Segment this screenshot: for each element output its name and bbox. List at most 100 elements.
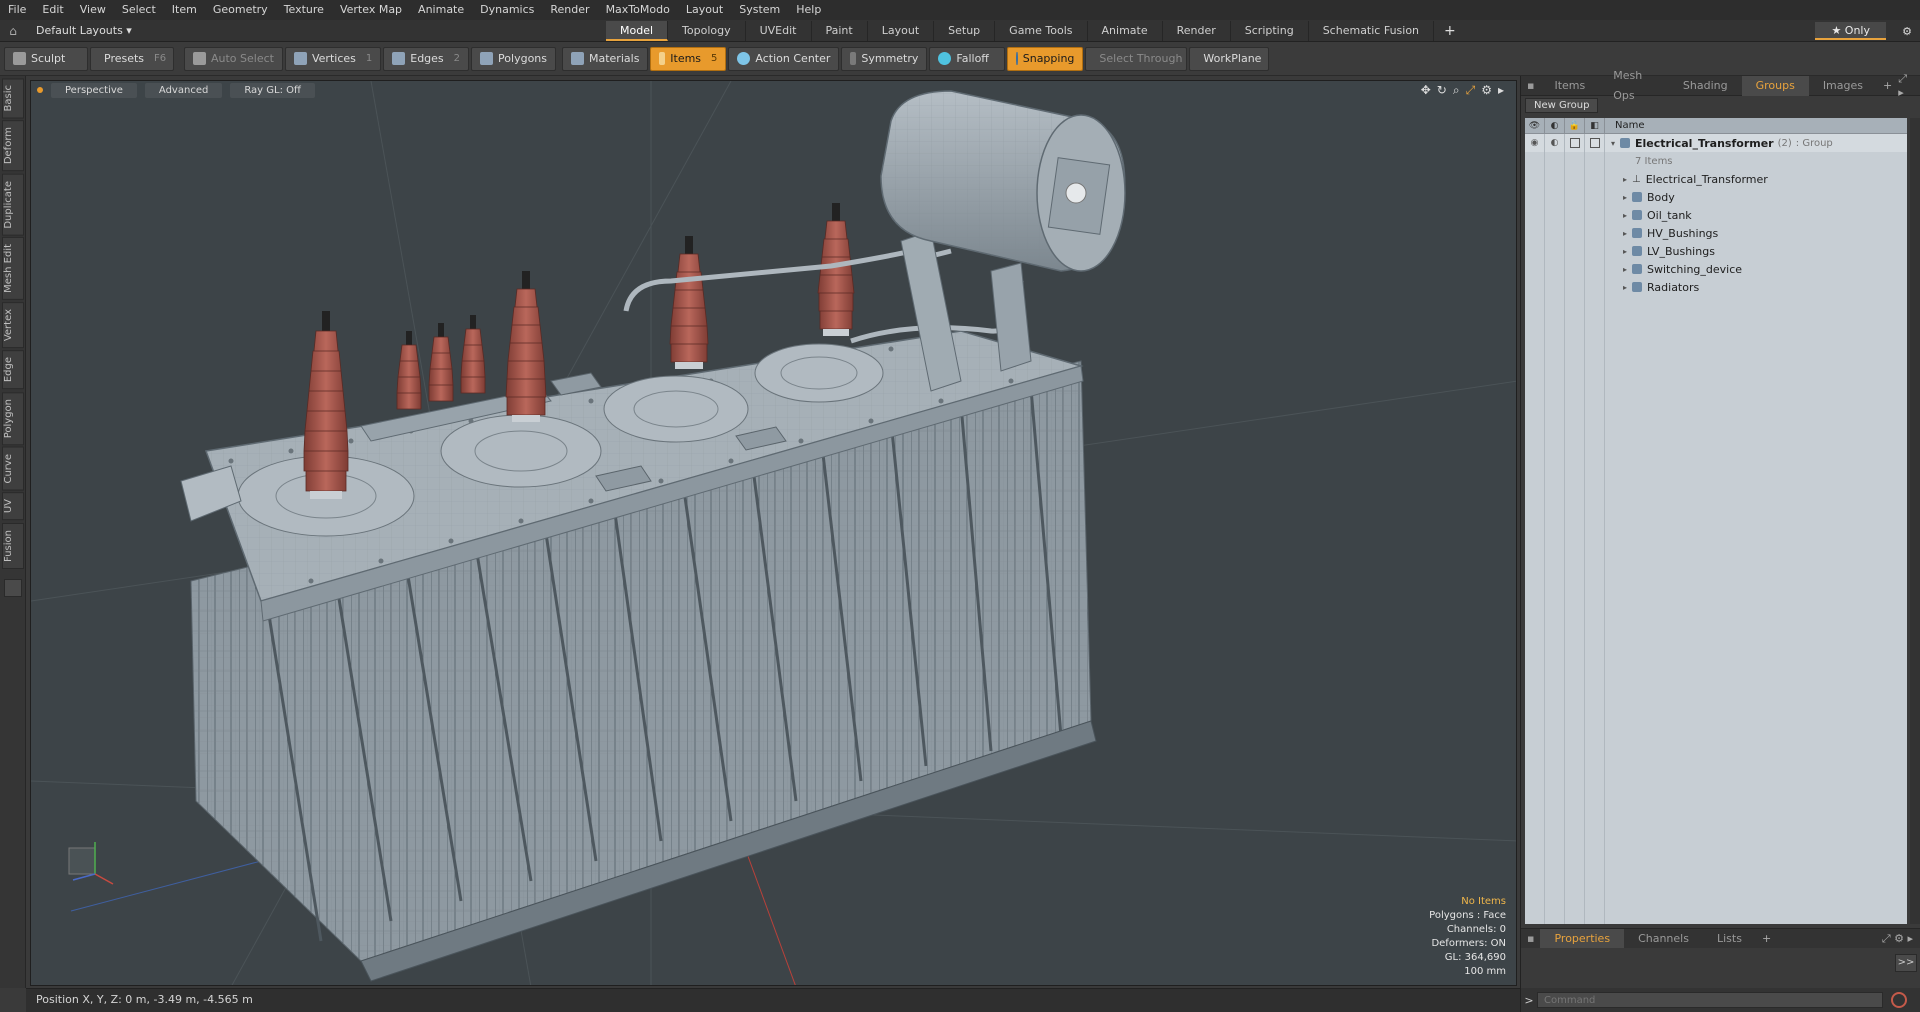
zoom-icon[interactable]: ⌕ [1453, 83, 1460, 98]
maximize-icon[interactable]: ⤢ [1466, 83, 1476, 98]
expand-arrow-icon[interactable]: ▸ [1623, 211, 1627, 220]
tab-shading[interactable]: Shading [1669, 76, 1742, 96]
add-panel-tab-icon[interactable]: + [1877, 79, 1898, 92]
add-props-tab-icon[interactable]: + [1756, 932, 1777, 945]
tab-uvedit[interactable]: UVEdit [746, 20, 812, 41]
tab-model[interactable]: Model [606, 20, 669, 41]
pan-icon[interactable]: ✥ [1421, 83, 1431, 98]
menu-edit[interactable]: Edit [34, 0, 71, 20]
menu-select[interactable]: Select [114, 0, 164, 20]
tool-palette-toggle[interactable] [4, 578, 22, 597]
tab-layout[interactable]: Layout [868, 20, 935, 41]
select-through-button[interactable]: Select Through [1085, 46, 1188, 71]
expand-arrow-icon[interactable]: ▸ [1623, 283, 1627, 292]
render-toggle-icon[interactable]: ◐ [1551, 138, 1559, 148]
list-item[interactable]: ▸ ⊥ Electrical_Transformer [1525, 170, 1907, 188]
vertices-button[interactable]: Vertices 1 [284, 46, 382, 71]
menu-maxtomodo[interactable]: MaxToModo [598, 0, 678, 20]
menu-help[interactable]: Help [788, 0, 829, 20]
tool-tab-basic[interactable]: Basic [2, 78, 24, 119]
props-menu-icon[interactable]: ▪ [1521, 929, 1540, 949]
snapping-button[interactable]: Snapping [1007, 46, 1084, 71]
tab-channels[interactable]: Channels [1624, 929, 1703, 949]
tool-tab-deform[interactable]: Deform [2, 120, 24, 172]
tab-scripting[interactable]: Scripting [1231, 20, 1309, 41]
tab-game-tools[interactable]: Game Tools [995, 20, 1088, 41]
tab-lists[interactable]: Lists [1703, 929, 1756, 949]
raygl-toggle[interactable]: Ray GL: Off [230, 82, 315, 98]
more-arrow-icon[interactable]: ▸ [1498, 83, 1504, 98]
3d-viewport[interactable]: Perspective Advanced Ray GL: Off ✥ ↻ ⌕ ⤢… [30, 80, 1517, 986]
tab-images[interactable]: Images [1809, 76, 1877, 96]
layout-preset-dropdown[interactable]: Default Layouts ▾ [26, 24, 166, 37]
menu-texture[interactable]: Texture [276, 0, 332, 20]
tab-schematic-fusion[interactable]: Schematic Fusion [1309, 20, 1435, 41]
list-item[interactable]: ▸ HV_Bushings [1525, 224, 1907, 242]
materials-button[interactable]: Materials [562, 46, 649, 71]
home-icon[interactable]: ⌂ [0, 24, 26, 38]
auto-select-button[interactable]: Auto Select [184, 46, 283, 71]
menu-layout[interactable]: Layout [678, 0, 731, 20]
panel-expand-icon[interactable]: ⤢ ▸ [1898, 72, 1920, 99]
tree-scrollbar[interactable] [1910, 118, 1920, 924]
tab-paint[interactable]: Paint [812, 20, 868, 41]
group-row[interactable]: ◉ ◐ ▾ Electrical_Transformer (2) : Group [1525, 134, 1907, 152]
render-column-icon[interactable]: ◐ [1545, 118, 1565, 133]
tab-animate[interactable]: Animate [1088, 20, 1163, 41]
forward-arrows-button[interactable]: >> [1895, 954, 1917, 972]
tab-mesh-ops[interactable]: Mesh Ops [1599, 66, 1669, 106]
lock-column-icon[interactable]: 🔒 [1565, 118, 1585, 133]
tool-tab-vertex[interactable]: Vertex [2, 302, 24, 349]
lock-checkbox[interactable] [1569, 138, 1580, 148]
presets-button[interactable]: Presets F6 [90, 46, 174, 71]
menu-file[interactable]: File [0, 0, 34, 20]
tool-tab-edge[interactable]: Edge [2, 350, 24, 390]
tool-tab-polygon[interactable]: Polygon [2, 391, 24, 445]
visibility-column-icon[interactable]: 👁 [1525, 118, 1545, 133]
menu-geometry[interactable]: Geometry [205, 0, 276, 20]
expand-arrow-icon[interactable]: ▸ [1623, 265, 1627, 274]
props-expand-icon[interactable]: ⤢ ⚙ ▸ [1882, 932, 1920, 946]
shading-style-dropdown[interactable]: Advanced [144, 82, 223, 98]
gear-icon[interactable]: ⚙ [1894, 25, 1920, 38]
viewport-settings-icon[interactable]: ⚙ [1481, 83, 1492, 98]
select-checkbox[interactable] [1589, 138, 1600, 148]
tool-tab-uv[interactable]: UV [2, 492, 24, 521]
tool-tab-duplicate[interactable]: Duplicate [2, 173, 24, 236]
sculpt-button[interactable]: Sculpt [4, 46, 88, 71]
tab-topology[interactable]: Topology [668, 20, 746, 41]
menu-vertex-map[interactable]: Vertex Map [332, 0, 410, 20]
only-toggle[interactable]: ★ Only [1815, 22, 1886, 40]
items-button[interactable]: Items 5 [650, 46, 727, 71]
falloff-button[interactable]: Falloff [929, 46, 1006, 71]
workplane-button[interactable]: WorkPlane [1189, 46, 1270, 71]
expand-arrow-icon[interactable]: ▸ [1623, 247, 1627, 256]
tab-items[interactable]: Items [1540, 76, 1599, 96]
command-input[interactable] [1537, 992, 1883, 1008]
new-group-button[interactable]: New Group [1525, 97, 1599, 113]
name-column-header[interactable]: Name [1605, 118, 1645, 133]
list-item[interactable]: ▸ Body [1525, 188, 1907, 206]
menu-system[interactable]: System [731, 0, 788, 20]
tab-setup[interactable]: Setup [934, 20, 996, 41]
expand-arrow-icon[interactable]: ▸ [1623, 175, 1627, 184]
list-item[interactable]: ▸ Switching_device [1525, 260, 1907, 278]
expand-arrow-icon[interactable]: ▸ [1623, 193, 1627, 202]
record-macro-icon[interactable] [1891, 992, 1907, 1008]
viewport-options-icon[interactable] [37, 87, 43, 93]
action-center-button[interactable]: Action Center [728, 46, 840, 71]
rotate-icon[interactable]: ↻ [1437, 83, 1447, 98]
symmetry-button[interactable]: Symmetry [841, 46, 928, 71]
menu-dynamics[interactable]: Dynamics [472, 0, 542, 20]
menu-animate[interactable]: Animate [410, 0, 472, 20]
select-column-icon[interactable]: ◧ [1585, 118, 1605, 133]
add-tab-icon[interactable]: + [1434, 23, 1466, 39]
menu-render[interactable]: Render [542, 0, 597, 20]
collapse-arrow-icon[interactable]: ▾ [1611, 139, 1615, 148]
panel-menu-icon[interactable]: ▪ [1521, 76, 1540, 96]
tab-properties[interactable]: Properties [1540, 928, 1625, 949]
eye-icon[interactable]: ◉ [1531, 138, 1539, 148]
menu-item[interactable]: Item [164, 0, 205, 20]
tool-tab-mesh-edit[interactable]: Mesh Edit [2, 237, 24, 301]
expand-arrow-icon[interactable]: ▸ [1623, 229, 1627, 238]
